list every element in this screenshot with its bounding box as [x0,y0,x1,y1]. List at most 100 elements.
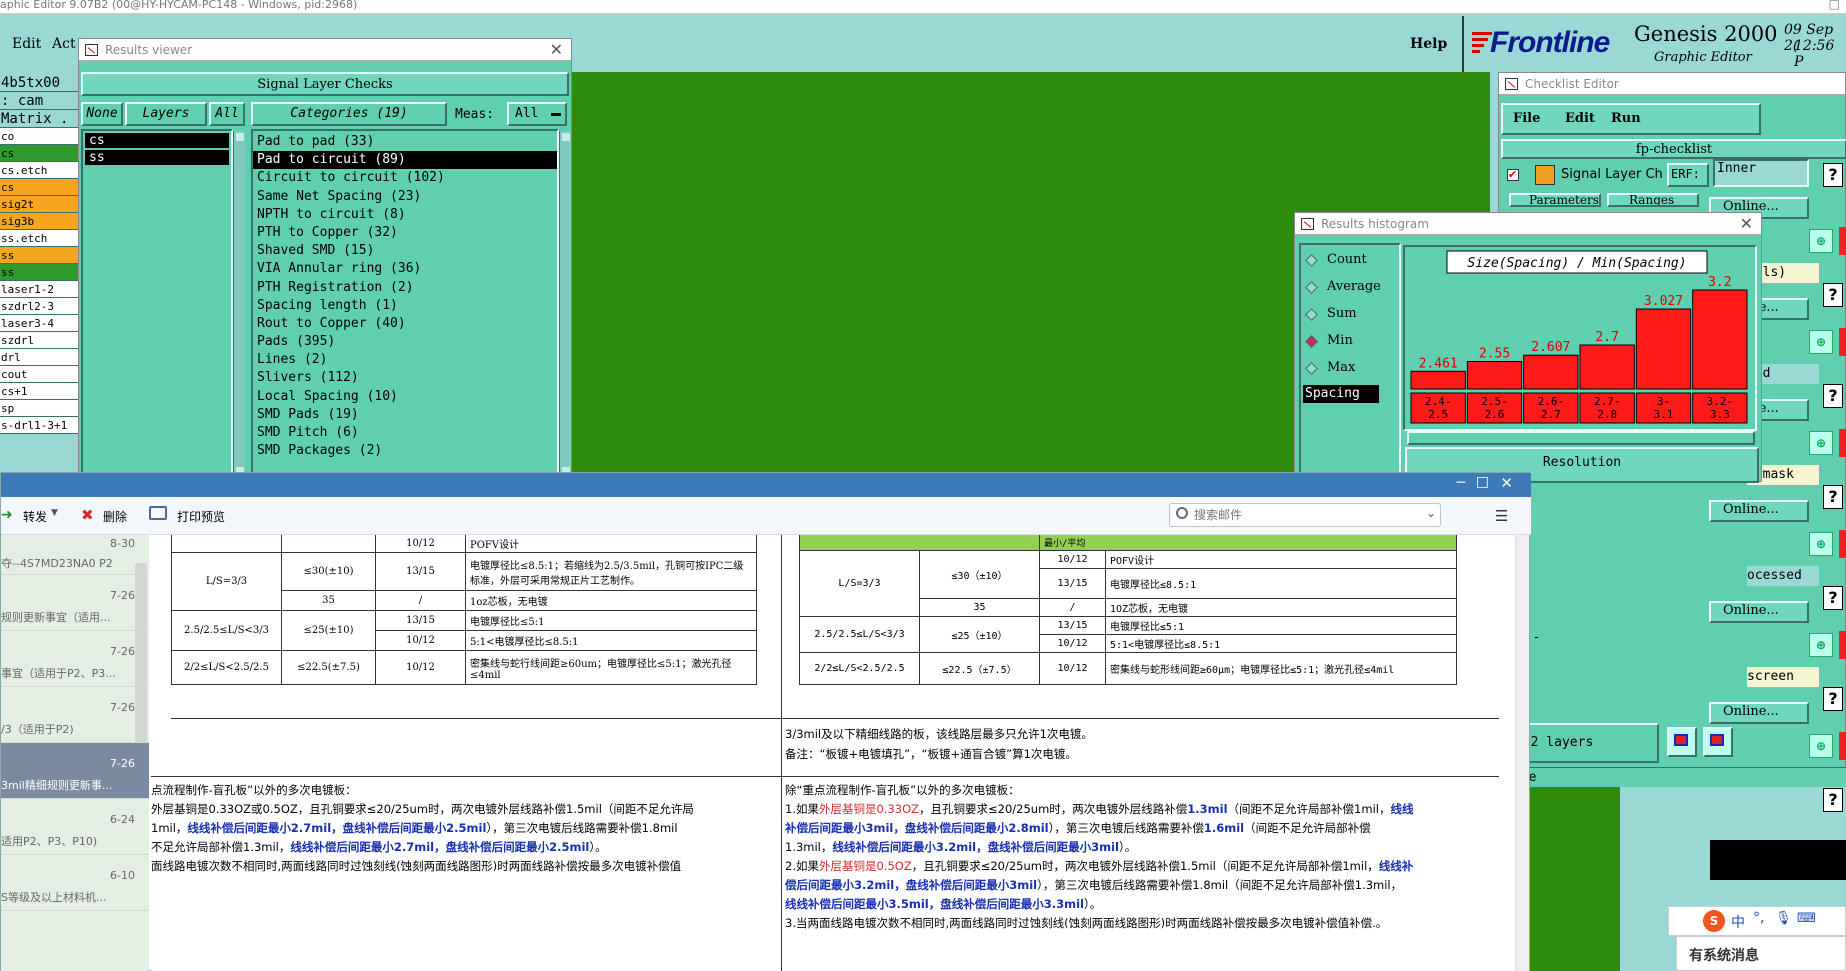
categories-scrollbar[interactable] [559,131,571,477]
matrix-item[interactable]: szdrl [0,332,78,349]
layers-scrollbar[interactable] [233,131,245,477]
help-icon[interactable]: ? [1823,384,1843,408]
close-icon[interactable]: ✕ [1500,474,1513,492]
radio-selected-icon[interactable] [1305,335,1318,348]
category-item[interactable]: SMD Pitch (6) [253,424,557,442]
matrix-item[interactable]: szdrl2-3 [0,298,78,315]
document-scrollbar[interactable] [1515,535,1529,971]
punctuation-icon[interactable]: °, [1753,910,1764,926]
checklist-menu-edit[interactable]: Edit [1565,111,1595,126]
matrix-item[interactable]: cs.etch [0,162,78,179]
help-icon[interactable]: ? [1823,283,1843,307]
menu-edit[interactable]: Edit [12,36,41,52]
help-icon[interactable]: ? [1823,485,1843,509]
matrix-item[interactable]: cs+1 [0,383,78,400]
chevron-down-icon[interactable]: ▼ [51,508,58,518]
close-bar[interactable]: ose [1499,767,1846,787]
histogram-bar[interactable] [1579,344,1635,390]
matrix-item[interactable]: sp [0,400,78,417]
checklist-menu-file[interactable]: File [1513,111,1540,126]
search-dropdown-icon[interactable]: ⌄ [1426,506,1436,520]
histogram-scrollbar[interactable] [1407,431,1755,445]
zoom-icon[interactable]: ⊕ [1809,734,1833,758]
matrix-item[interactable]: cs [0,179,78,196]
category-item[interactable]: PTH Registration (2) [253,279,557,297]
meas-dropdown[interactable]: All [507,102,567,126]
matrix-item[interactable]: laser3-4 [0,315,78,332]
matrix-item[interactable]: co [0,128,78,145]
histogram-option[interactable]: Average [1303,278,1393,298]
help-icon[interactable]: ? [1823,788,1843,812]
ime-language[interactable]: 中 [1731,912,1745,932]
category-item[interactable]: Spacing length (1) [253,297,557,315]
radio-icon[interactable] [1305,254,1318,267]
matrix-item[interactable]: ss [0,264,78,281]
category-item[interactable]: SMD Packages (2) [253,442,557,460]
matrix-item[interactable]: 4b5tx00 [0,74,78,92]
histogram-bar[interactable] [1466,361,1523,390]
mail-search-box[interactable]: ⌄ [1169,503,1441,527]
radio-icon[interactable] [1305,281,1318,294]
mail-list-item[interactable]: 7-26 规则更新事宜（适用... [1,575,149,631]
keyboard-icon[interactable]: ⌨ [1797,911,1816,926]
matrix-item[interactable]: ss.etch [0,230,78,247]
histogram-bar[interactable] [1692,289,1748,390]
all-button[interactable]: All [209,102,245,126]
histogram-bar[interactable] [1410,370,1466,390]
zoom-icon[interactable]: ⊕ [1809,229,1833,253]
help-icon[interactable]: ? [1823,163,1843,187]
delete-icon[interactable]: ✖ [81,506,94,524]
category-item[interactable]: Pads (395) [253,333,557,351]
matrix-item[interactable]: sig3b [0,213,78,230]
sogou-icon[interactable]: S [1703,910,1725,932]
category-item[interactable]: PTH to Copper (32) [253,224,557,242]
zoom-icon[interactable]: ⊕ [1809,330,1833,354]
category-item[interactable]: Slivers (112) [253,369,557,387]
mail-list-item[interactable]: 8-30 夺--4S7MD23NA0 P2 [1,535,149,575]
close-icon[interactable]: ✕ [1740,213,1753,235]
menu-actions[interactable]: Act [52,36,76,52]
printer-icon[interactable] [149,506,167,520]
help-icon[interactable]: ? [1823,687,1843,711]
layer-select-button-1[interactable] [1667,727,1697,757]
forward-button[interactable]: 转发 [23,508,47,525]
category-item[interactable]: Same Net Spacing (23) [253,188,557,206]
histogram-option[interactable]: Count [1303,251,1393,271]
zoom-icon[interactable]: ⊕ [1809,532,1833,556]
microphone-icon[interactable]: 🎙 [1775,911,1792,926]
system-message-toast[interactable]: 有系统消息 [1676,936,1846,971]
histogram-option[interactable]: Max [1303,359,1393,379]
radio-icon[interactable] [1305,362,1318,375]
mail-list-item[interactable]: 7-26 事宜（适用于P2、P3... [1,631,149,687]
maximize-icon[interactable]: □ [1476,474,1489,490]
online-button[interactable]: Online... [1709,702,1809,724]
category-item[interactable]: Shaved SMD (15) [253,242,557,260]
histogram-bar[interactable] [1635,308,1692,390]
minimize-icon[interactable]: ─ [1457,475,1465,491]
categories-button[interactable]: Categories (19) [251,102,447,126]
delete-button[interactable]: 删除 [103,508,127,525]
menu-help[interactable]: Help [1410,36,1447,52]
mail-list-item[interactable]: 7-26 3mil精细规则更新事... [1,743,149,799]
list-view-icon[interactable]: ☰ [1495,507,1508,525]
check-enabled-icon[interactable]: ✔ [1507,169,1519,181]
online-button[interactable]: Online... [1709,601,1809,623]
mail-list-item[interactable]: 6-24 适用P2、P3、P10) [1,799,149,855]
category-item[interactable]: SMD Pads (19) [253,406,557,424]
mail-list-scrollbar[interactable] [135,563,147,743]
category-item[interactable]: Pad to pad (33) [253,133,557,151]
matrix-item[interactable]: Matrix . [0,110,78,128]
matrix-item[interactable]: ss [0,247,78,264]
layers-button[interactable]: Layers [125,102,207,126]
close-icon[interactable]: ✕ [550,39,563,61]
help-icon[interactable]: ? [1823,586,1843,610]
matrix-item[interactable]: cout [0,366,78,383]
layer-item[interactable]: ss [85,150,229,165]
matrix-item[interactable]: sig2t [0,196,78,213]
matrix-item[interactable]: s-drl1-3+1 [0,417,78,434]
mail-list-item[interactable]: 7-26/3（适用于P2) [1,687,149,743]
mail-list-item[interactable]: 6-10 S等级及以上材料机... [1,855,149,911]
histogram-option[interactable]: Sum [1303,305,1393,325]
zoom-icon[interactable]: ⊕ [1809,633,1833,657]
window-close-icon[interactable]: □ [1829,0,1840,11]
